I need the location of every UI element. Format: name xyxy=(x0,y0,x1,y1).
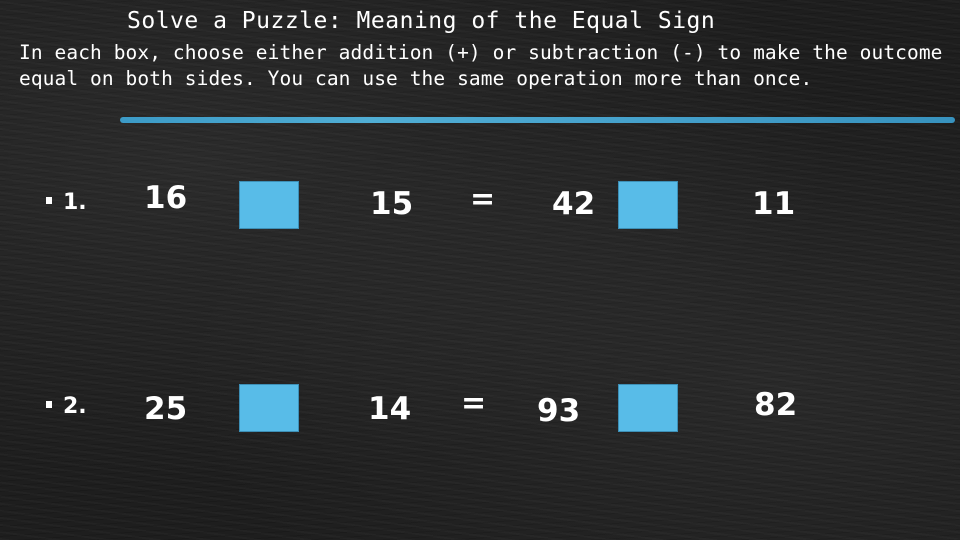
operator-box-right[interactable] xyxy=(618,384,678,432)
left-operand-b: 14 xyxy=(368,391,412,427)
equals-sign: = xyxy=(461,386,487,421)
operator-box-left[interactable] xyxy=(239,384,299,432)
problem-row-2: 2. 25 14 = 93 82 xyxy=(0,376,960,436)
chalk-underline xyxy=(120,117,955,123)
left-operand-a: 16 xyxy=(144,180,188,216)
bullet-icon xyxy=(46,197,52,204)
right-operand-a: 42 xyxy=(552,186,596,222)
equals-sign: = xyxy=(470,182,496,217)
bullet-icon xyxy=(46,401,52,408)
right-operand-b: 82 xyxy=(754,387,798,423)
problem-number: 1. xyxy=(63,190,87,215)
right-operand-b: 11 xyxy=(752,186,796,222)
problem-number: 2. xyxy=(63,394,87,419)
left-operand-b: 15 xyxy=(370,186,414,222)
problem-row-1: 1. 16 15 = 42 11 xyxy=(0,172,960,232)
operator-box-left[interactable] xyxy=(239,181,299,229)
left-operand-a: 25 xyxy=(144,391,188,427)
right-operand-a: 93 xyxy=(537,393,581,429)
instructions-text: In each box, choose either addition (+) … xyxy=(19,41,943,90)
operator-box-right[interactable] xyxy=(618,181,678,229)
page-title: Solve a Puzzle: Meaning of the Equal Sig… xyxy=(127,8,716,34)
